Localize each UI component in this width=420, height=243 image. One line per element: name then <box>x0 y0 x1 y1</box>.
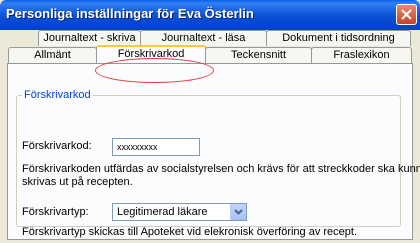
type-label: Förskrivartyp: <box>22 206 89 218</box>
tab-allmant[interactable]: Allmänt <box>8 47 97 63</box>
code-label: Förskrivarkod: <box>22 140 92 152</box>
info-text-line-1: Förskrivarkoden utfärdas av socialstyrel… <box>22 163 420 175</box>
tab-teckensnitt[interactable]: Teckensnitt <box>205 47 312 63</box>
tab-journaltext-lasa[interactable]: Journaltext - läsa <box>140 30 267 46</box>
type-select[interactable]: Legitimerad läkare <box>112 203 247 221</box>
tab-dokument-i-tidsordning[interactable]: Dokument i tidsordning <box>266 30 411 46</box>
close-button[interactable] <box>396 4 417 25</box>
tab-forskrivarkod[interactable]: Förskrivarkod <box>96 45 206 63</box>
title-bar: Personliga inställningar för Eva Österli… <box>0 0 420 30</box>
close-icon <box>401 9 412 20</box>
dropdown-button[interactable] <box>230 204 246 220</box>
window-title: Personliga inställningar för Eva Österli… <box>6 6 254 21</box>
code-field[interactable]: xxxxxxxxx <box>112 138 200 156</box>
chevron-down-icon <box>234 209 243 215</box>
tab-journaltext-skriva[interactable]: Journaltext - skriva <box>38 30 141 46</box>
tab-fraslexikon[interactable]: Fraslexikon <box>311 47 412 63</box>
info-text-line-2: skrivas ut på recepten. <box>22 176 133 188</box>
group-legend: Förskrivarkod <box>22 89 93 101</box>
type-select-value: Legitimerad läkare <box>117 206 208 218</box>
type-info-text: Förskrivartyp skickas till Apoteket vid … <box>22 226 358 238</box>
